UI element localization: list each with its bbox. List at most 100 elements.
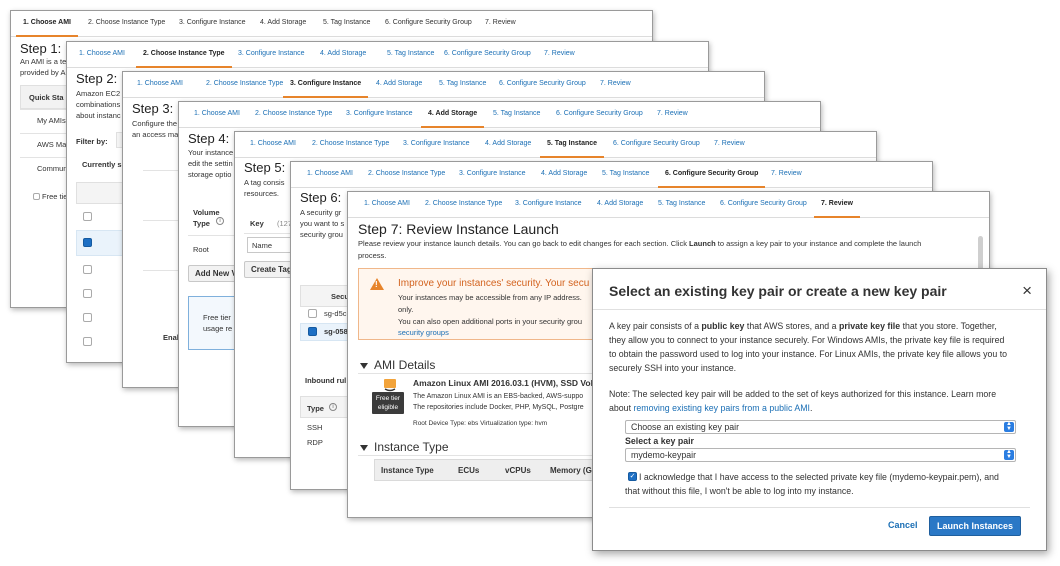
modal-header-divider <box>593 309 1046 310</box>
tab-review[interactable]: 7. Review <box>771 170 802 177</box>
tab-choose-ami[interactable]: 1. Choose AMI <box>137 80 183 87</box>
tab-tag-instance[interactable]: 5. Tag Instance <box>387 50 434 57</box>
tab-configure-instance[interactable]: 3. Configure Instance <box>179 19 246 26</box>
note-period: . <box>809 403 813 413</box>
tab-configure-security-group[interactable]: 6. Configure Security Group <box>613 140 700 147</box>
tab-choose-ami[interactable]: 1. Choose AMI <box>364 200 410 207</box>
key-name-value: Name <box>252 241 273 250</box>
key-pair-option-select[interactable]: Choose an existing key pair ▲ ▼ <box>625 420 1016 434</box>
tab-review[interactable]: 7. Review <box>814 200 860 218</box>
free-tier-checkbox[interactable] <box>33 193 40 200</box>
tab-tag-instance[interactable]: 5. Tag Instance <box>323 19 370 26</box>
step1-desc-1: An AMI is a te <box>20 57 67 66</box>
tab-choose-instance-type[interactable]: 2. Choose Instance Type <box>136 50 232 68</box>
tab-choose-ami[interactable]: 1. Choose AMI <box>194 110 240 117</box>
tab-choose-instance-type[interactable]: 2. Choose Instance Type <box>206 80 283 87</box>
key-pair-select[interactable]: mydemo-keypair ▲ ▼ <box>625 448 1016 462</box>
row-checkbox[interactable] <box>83 313 92 322</box>
tab-add-storage[interactable]: 4. Add Storage <box>260 19 306 26</box>
step5-desc-2: resources. <box>244 189 280 198</box>
collapse-triangle-icon <box>360 362 368 369</box>
key-header: Key <box>250 219 264 228</box>
tab-tag-instance[interactable]: 5. Tag Instance <box>658 200 705 207</box>
cancel-button[interactable]: Cancel <box>888 520 918 530</box>
row-checkbox[interactable] <box>83 289 92 298</box>
aws-marketplace-label[interactable]: AWS Ma <box>37 139 66 150</box>
row-checkbox[interactable] <box>83 265 92 274</box>
tab-configure-security-group[interactable]: 6. Configure Security Group <box>385 19 472 26</box>
sg-row-1[interactable]: sg-d5c <box>324 308 347 319</box>
divider <box>143 170 183 171</box>
close-icon[interactable]: × <box>1022 281 1032 301</box>
my-amis-label[interactable]: My AMIs <box>37 115 66 126</box>
step6-desc-2: you want to s <box>300 219 345 228</box>
sg-row-2[interactable]: sg-058 <box>324 326 348 337</box>
key-pair-paragraph-line-4: securely SSH into your instance. <box>609 363 737 373</box>
tab-choose-instance-type[interactable]: 2. Choose Instance Type <box>255 110 332 117</box>
tab-choose-ami[interactable]: 1. Choose AMI <box>79 50 125 57</box>
launch-instances-button[interactable]: Launch Instances <box>929 516 1021 536</box>
tab-choose-instance-type[interactable]: 2. Choose Instance Type <box>88 19 165 26</box>
security-groups-link[interactable]: security groups <box>398 327 449 338</box>
note-text-about: about <box>609 403 634 413</box>
tab-choose-ami[interactable]: 1. Choose AMI <box>250 140 296 147</box>
tab-configure-security-group[interactable]: 6. Configure Security Group <box>720 200 807 207</box>
tab-choose-instance-type[interactable]: 2. Choose Instance Type <box>425 200 502 207</box>
ami-details-label: AMI Details <box>374 358 436 372</box>
tab-review[interactable]: 7. Review <box>600 80 631 87</box>
tab-review[interactable]: 7. Review <box>544 50 575 57</box>
tab-tag-instance[interactable]: 5. Tag Instance <box>539 140 605 158</box>
ami-desc-1: The Amazon Linux AMI is an EBS-backed, A… <box>413 393 584 400</box>
tab-configure-instance[interactable]: 3. Configure Instance <box>238 50 305 57</box>
row-checkbox[interactable] <box>83 212 92 221</box>
tab-tag-instance[interactable]: 5. Tag Instance <box>493 110 540 117</box>
volume-type-header: Volume Type <box>193 208 220 228</box>
tab-add-storage[interactable]: 4. Add Storage <box>376 80 422 87</box>
tab-choose-ami[interactable]: 1. Choose AMI <box>307 170 353 177</box>
step4-desc-1: Your instance <box>188 148 234 157</box>
warning-title: Improve your instances' security. Your s… <box>398 278 590 289</box>
tab-configure-instance[interactable]: 3. Configure Instance <box>459 170 526 177</box>
tab-tag-instance[interactable]: 5. Tag Instance <box>439 80 486 87</box>
tab-choose-instance-type[interactable]: 2. Choose Instance Type <box>312 140 389 147</box>
community-label[interactable]: Commun <box>37 163 67 174</box>
modal-footer-divider <box>609 507 1030 508</box>
key-pair-modal: Select an existing key pair or create a … <box>592 268 1047 551</box>
tab-tag-instance[interactable]: 5. Tag Instance <box>602 170 649 177</box>
row-checkbox[interactable] <box>83 337 92 346</box>
rule-ssh: SSH <box>307 423 323 432</box>
intro-text-b: to assign a key pair to your instance an… <box>715 239 922 248</box>
tab-review[interactable]: 7. Review <box>485 19 516 26</box>
step6-desc-3: security grou <box>300 230 343 239</box>
tab-add-storage[interactable]: 4. Add Storage <box>320 50 366 57</box>
step5-desc-1: A tag consis <box>244 178 285 187</box>
tab-configure-instance[interactable]: 3. Configure Instance <box>515 200 582 207</box>
tab-configure-instance[interactable]: 3. Configure Instance <box>282 80 369 98</box>
instance-type-section[interactable]: Instance Type <box>360 440 449 454</box>
tab-configure-security-group[interactable]: 6. Configure Security Group <box>499 80 586 87</box>
tab-add-storage[interactable]: 4. Add Storage <box>420 110 485 128</box>
step2-title: Step 2: <box>76 71 118 86</box>
tab-configure-security-group[interactable]: 6. Configure Security Group <box>657 170 766 188</box>
tab-configure-instance[interactable]: 3. Configure Instance <box>403 140 470 147</box>
tab-configure-security-group[interactable]: 6. Configure Security Group <box>556 110 643 117</box>
tab-choose-ami[interactable]: 1. Choose AMI <box>16 19 78 37</box>
sg-row-checkbox-selected[interactable] <box>308 327 317 336</box>
tab-choose-instance-type[interactable]: 2. Choose Instance Type <box>368 170 445 177</box>
sg-row-checkbox[interactable] <box>308 309 317 318</box>
free-tier-badge-text: Free tier eligible <box>375 395 401 411</box>
tab-configure-instance[interactable]: 3. Configure Instance <box>346 110 413 117</box>
tab-add-storage[interactable]: 4. Add Storage <box>485 140 531 147</box>
acknowledge-checkbox[interactable]: ✓ <box>628 472 637 481</box>
row-checkbox-selected[interactable] <box>83 238 92 247</box>
tab-review[interactable]: 7. Review <box>657 110 688 117</box>
tab-configure-security-group[interactable]: 6. Configure Security Group <box>444 50 531 57</box>
tab-add-storage[interactable]: 4. Add Storage <box>541 170 587 177</box>
tab-review[interactable]: 7. Review <box>714 140 745 147</box>
step4-desc-3: storage optio <box>188 170 232 179</box>
key-pair-paragraph-line-3: to obtain the password used to log into … <box>609 349 1008 359</box>
removing-key-pairs-link[interactable]: removing existing key pairs from a publi… <box>633 403 810 413</box>
tab-add-storage[interactable]: 4. Add Storage <box>597 200 643 207</box>
step2-desc-3: about instanc <box>76 111 121 120</box>
ami-details-section[interactable]: AMI Details <box>360 358 435 372</box>
